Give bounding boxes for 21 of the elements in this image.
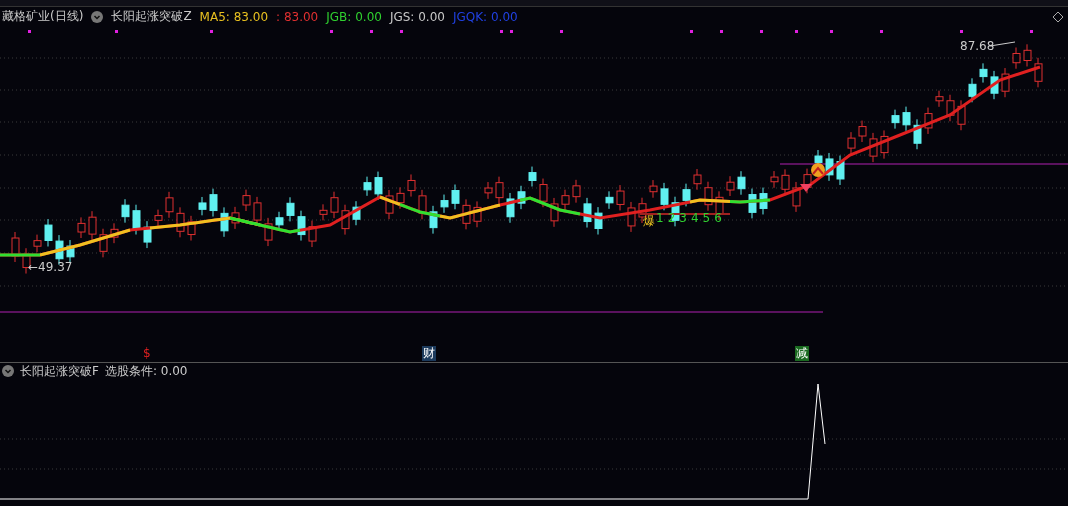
count-label: 1 (656, 211, 664, 225)
stock-title: 藏格矿业(日线) (2, 8, 84, 25)
indicator-value: JGS: 0.00 (389, 9, 445, 24)
event-marker[interactable]: 财 (422, 346, 436, 361)
event-marker[interactable]: 减 (795, 346, 809, 361)
indicator-name: 长阳起涨突破Z (111, 8, 192, 25)
count-label: 4 (690, 211, 699, 225)
count-label: 3 (679, 211, 687, 225)
indicator-value: : 83.00 (276, 9, 319, 24)
count-label: 2 (667, 211, 676, 225)
count-label: 5 (702, 211, 711, 225)
event-marker[interactable]: $ (142, 346, 152, 361)
indicator-value: MA5: 83.00 (199, 9, 269, 24)
indicator-value: JGB: 0.00 (326, 9, 382, 24)
indicator-value: 选股条件: 0.00 (104, 362, 188, 380)
signal-label: 爆 (643, 213, 655, 230)
count-label: 6 (714, 211, 722, 225)
price-label: ←49.37 (28, 260, 73, 274)
indicator-value: JGQK: 0.00 (452, 9, 518, 24)
price-label: 87.68 (960, 39, 995, 53)
indicator-name: 长阳起涨突破F (20, 362, 99, 380)
